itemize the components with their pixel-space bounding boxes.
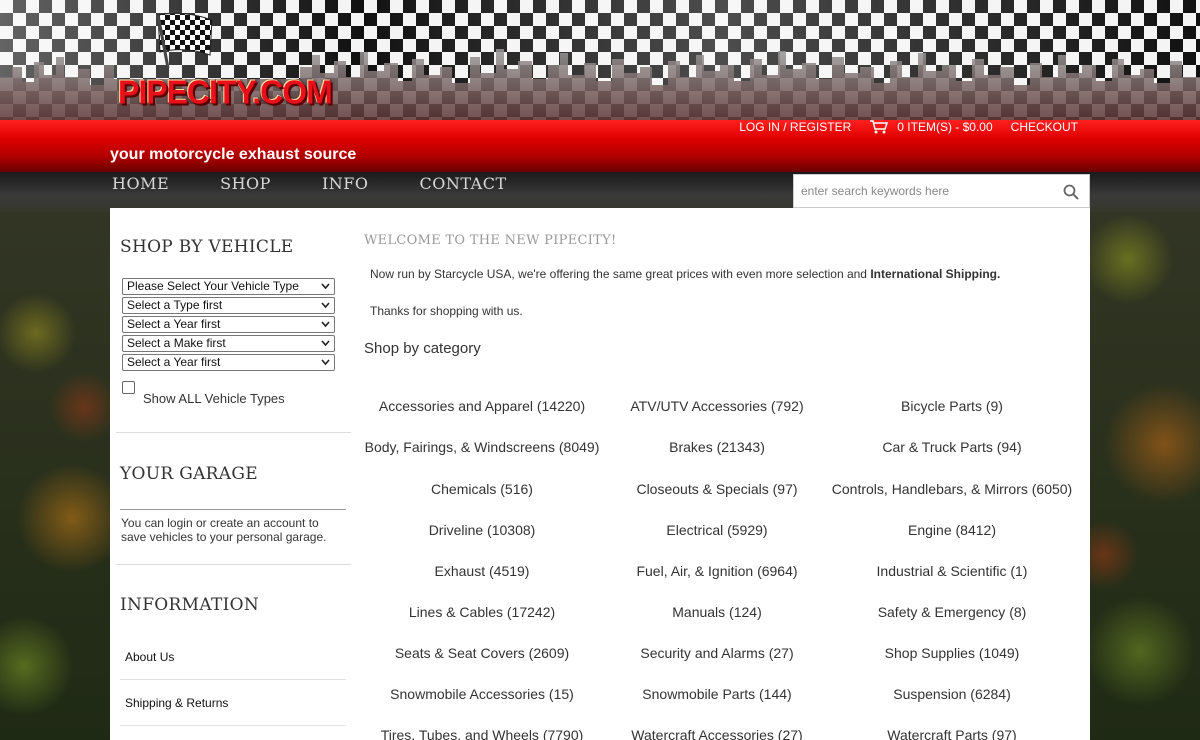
intro-text: Now run by Starcycle USA, we're offering… [370,267,1001,281]
cart-icon [870,120,889,134]
garage-title: YOUR GARAGE [120,464,258,484]
site-logo[interactable]: PIPECITY.COM [118,73,333,112]
category-row: Lines & Cables (17242) Manuals (124) Saf… [364,604,1069,624]
category-link[interactable]: Accessories and Apparel (14220) [379,398,585,414]
category-link[interactable]: Shop Supplies (1049) [885,645,1020,661]
chevron-down-icon [321,340,330,347]
category-link[interactable]: Safety & Emergency (8) [878,604,1027,620]
vehicle-selects: Please Select Your Vehicle Type Select a… [122,278,335,373]
category-link[interactable]: Security and Alarms (27) [640,645,793,661]
category-link[interactable]: Car & Truck Parts (94) [882,439,1021,455]
tagline: your motorcycle exhaust source [110,146,357,163]
show-all-label: Show ALL Vehicle Types [143,391,285,406]
category-link[interactable]: Electrical (5929) [666,522,767,538]
nav-home[interactable]: HOME [112,174,169,193]
content-panel: SHOP BY VEHICLE Please Select Your Vehic… [110,208,1090,740]
main-nav: HOME SHOP INFO CONTACT [112,174,558,193]
category-row: Snowmobile Accessories (15) Snowmobile P… [364,686,1069,706]
category-link[interactable]: Industrial & Scientific (1) [877,563,1028,579]
year-select[interactable]: Select a Year first [122,316,335,333]
search-icon[interactable] [1063,184,1079,200]
nav-contact[interactable]: CONTACT [419,174,506,193]
category-link[interactable]: Snowmobile Parts (144) [642,686,791,702]
divider [116,432,351,433]
category-link[interactable]: Suspension (6284) [893,686,1011,702]
category-link[interactable]: Brakes (21343) [669,439,765,455]
category-link[interactable]: Driveline (10308) [429,522,536,538]
category-link[interactable]: Watercraft Parts (97) [887,727,1016,740]
top-links: LOG IN / REGISTER 0 ITEM(S) - $0.00 CHEC… [739,120,1078,134]
chevron-down-icon [321,321,330,328]
category-link[interactable]: Controls, Handlebars, & Mirrors (6050) [832,481,1072,497]
search-box [793,174,1090,208]
thanks-text: Thanks for shopping with us. [370,304,523,318]
category-link[interactable]: Body, Fairings, & Windscreens (8049) [365,439,600,455]
category-row: Tires, Tubes, and Wheels (7790) Watercra… [364,727,1069,740]
category-link[interactable]: Snowmobile Accessories (15) [390,686,574,702]
category-link[interactable]: Closeouts & Specials (97) [636,481,797,497]
search-input[interactable] [794,175,1089,207]
category-link[interactable]: Bicycle Parts (9) [901,398,1003,414]
category-row: Accessories and Apparel (14220) ATV/UTV … [364,398,1069,418]
welcome-title: WELCOME TO THE NEW PIPECITY! [364,233,617,248]
chevron-down-icon [321,359,330,366]
garage-divider [120,509,346,510]
vehicle-type-select[interactable]: Please Select Your Vehicle Type [122,278,335,295]
category-row: Body, Fairings, & Windscreens (8049) Bra… [364,439,1069,459]
category-link[interactable]: Seats & Seat Covers (2609) [395,645,569,661]
category-row: Exhaust (4519) Fuel, Air, & Ignition (69… [364,563,1069,583]
cart-link[interactable]: 0 ITEM(S) - $0.00 [869,119,993,135]
nav-info[interactable]: INFO [322,174,369,193]
intro-bold: International Shipping. [870,267,1001,281]
category-link[interactable]: Watercraft Accessories (27) [631,727,802,740]
garage-text: You can login or create an account to sa… [121,516,327,544]
type-select[interactable]: Select a Type first [122,297,335,314]
checkout-link[interactable]: CHECKOUT [1011,120,1078,134]
category-row: Chemicals (516) Closeouts & Specials (97… [364,481,1072,501]
divider [120,679,346,680]
category-row: Seats & Seat Covers (2609) Security and … [364,645,1069,665]
category-link[interactable]: Manuals (124) [672,604,762,620]
information-title: INFORMATION [120,595,260,615]
divider [120,725,346,726]
category-link[interactable]: Tires, Tubes, and Wheels (7790) [381,727,584,740]
site-header: PIPECITY.COM [0,0,1200,122]
login-register-link[interactable]: LOG IN / REGISTER [739,120,851,134]
nav-shop[interactable]: SHOP [220,174,271,193]
category-row: Driveline (10308) Electrical (5929) Engi… [364,522,1069,542]
shipping-returns-link[interactable]: Shipping & Returns [125,696,228,710]
show-all-checkbox[interactable] [122,381,135,394]
chevron-down-icon [321,283,330,290]
category-link[interactable]: Lines & Cables (17242) [409,604,555,620]
cart-summary: 0 ITEM(S) - $0.00 [897,120,993,134]
category-link[interactable]: Engine (8412) [908,522,996,538]
about-us-link[interactable]: About Us [125,650,174,664]
model-select[interactable]: Select a Year first [122,354,335,371]
category-heading: Shop by category [364,340,481,357]
make-select[interactable]: Select a Make first [122,335,335,352]
category-link[interactable]: Chemicals (516) [431,481,533,497]
category-link[interactable]: Exhaust (4519) [435,563,530,579]
category-link[interactable]: Fuel, Air, & Ignition (6964) [636,563,797,579]
category-link[interactable]: ATV/UTV Accessories (792) [630,398,803,414]
shop-by-vehicle-title: SHOP BY VEHICLE [120,237,294,257]
divider [116,564,351,565]
chevron-down-icon [321,302,330,309]
